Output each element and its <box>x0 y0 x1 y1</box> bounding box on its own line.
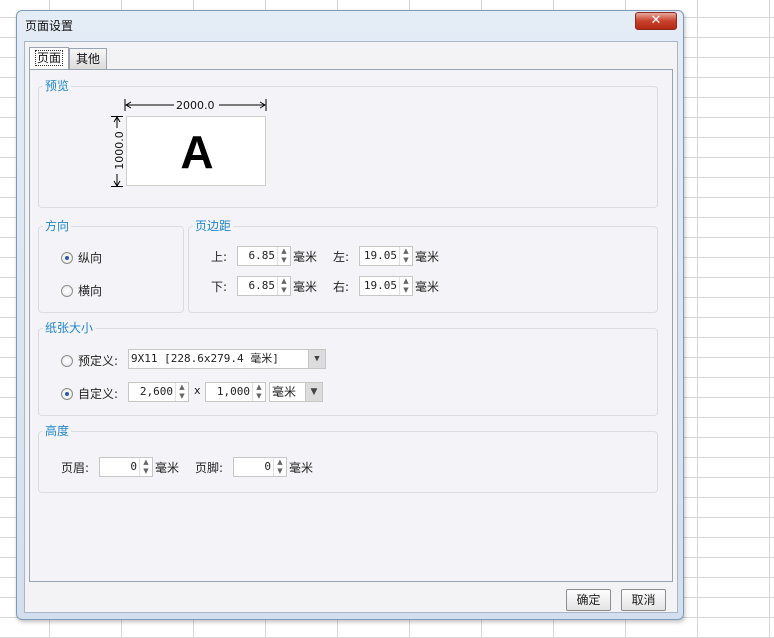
spin-arrows-icon[interactable]: ▲ ▼ <box>399 277 412 295</box>
margin-right-value: 19.05 <box>363 279 397 292</box>
height-group: 高度 页眉: 0 ▲ ▼ 毫米 页脚: 0 ▲ ▼ 毫米 <box>38 422 658 493</box>
margin-right-label: 右: <box>333 280 350 294</box>
preview-height-label: 1000.0 <box>112 131 126 170</box>
tab-other-label: 其他 <box>76 52 101 66</box>
dialog-title: 页面设置 <box>25 19 74 33</box>
header-unit: 毫米 <box>155 461 180 475</box>
spin-arrows-icon[interactable]: ▲ ▼ <box>273 458 286 476</box>
margin-right-unit: 毫米 <box>415 280 440 294</box>
header-input[interactable]: 0 ▲ ▼ <box>99 457 153 477</box>
tab-page-label: 页面 <box>34 50 64 66</box>
orientation-group: 方向 纵向 横向 <box>38 217 184 313</box>
preview-group: 预览 2000.0 1000.0 A <box>38 77 658 208</box>
margin-bottom-value: 6.85 <box>248 279 276 292</box>
close-button[interactable]: ✕ <box>635 12 677 30</box>
radio-dot <box>61 354 73 367</box>
margin-top-input[interactable]: 6.85 ▲ ▼ <box>237 246 291 266</box>
custom-width-input[interactable]: 2,600 ▲ ▼ <box>128 382 189 402</box>
footer-value: 0 <box>264 460 271 473</box>
chevron-down-icon[interactable]: ▼ <box>308 350 325 368</box>
spin-arrows-icon[interactable]: ▲ ▼ <box>139 458 152 476</box>
predefined-paper-value: 9X11 [228.6x279.4 毫米] <box>131 352 279 365</box>
dialog-client: 页面 其他 预览 2000.0 1000.0 A 方向 纵向 横向 页边距 上:… <box>24 41 678 613</box>
custom-width-value: 2,600 <box>139 385 173 398</box>
custom-height-value: 1,000 <box>216 385 250 398</box>
height-title: 高度 <box>43 422 72 439</box>
margins-group: 页边距 上: 6.85 ▲ ▼ 毫米 左: 19.05 ▲ ▼ 毫米 下: 6.85… <box>188 217 658 313</box>
spin-arrows-icon[interactable]: ▲ ▼ <box>277 277 290 295</box>
preview-title: 预览 <box>43 77 72 94</box>
margin-left-label: 左: <box>333 250 350 264</box>
spin-arrows-icon[interactable]: ▲ ▼ <box>277 247 290 265</box>
paper-size-group: 纸张大小 预定义: 9X11 [228.6x279.4 毫米] ▼ 自定义: 2… <box>38 319 658 416</box>
predefined-label: 预定义: <box>78 354 119 368</box>
header-label: 页眉: <box>61 461 90 475</box>
custom-label: 自定义: <box>78 387 119 401</box>
preview-width-label: 2000.0 <box>176 99 215 112</box>
tab-other[interactable]: 其他 <box>69 48 108 69</box>
radio-dot <box>61 284 73 297</box>
footer-label: 页脚: <box>195 461 224 475</box>
portrait-label: 纵向 <box>78 251 103 265</box>
predefined-paper-select[interactable]: 9X11 [228.6x279.4 毫米] ▼ <box>128 349 326 369</box>
unit-select[interactable]: 毫米 ▼ <box>269 382 323 402</box>
paper-size-title: 纸张大小 <box>43 319 96 336</box>
margin-left-unit: 毫米 <box>415 250 440 264</box>
custom-height-input[interactable]: 1,000 ▲ ▼ <box>205 382 266 402</box>
margins-title: 页边距 <box>193 217 234 234</box>
margin-bottom-input[interactable]: 6.85 ▲ ▼ <box>237 276 291 296</box>
footer-input[interactable]: 0 ▲ ▼ <box>233 457 287 477</box>
predefined-radio[interactable]: 预定义: <box>61 352 118 369</box>
times-label: x <box>194 384 201 397</box>
landscape-radio[interactable]: 横向 <box>61 282 102 299</box>
tab-page[interactable]: 页面 <box>29 47 70 69</box>
unit-select-value: 毫米 <box>272 385 297 399</box>
radio-dot <box>61 251 73 264</box>
page-tab-panel: 预览 2000.0 1000.0 A 方向 纵向 横向 页边距 上: 6.85 … <box>29 69 673 582</box>
title-bar: 页面设置 ✕ <box>17 11 683 39</box>
spin-arrows-icon[interactable]: ▲ ▼ <box>252 383 265 401</box>
margin-bottom-label: 下: <box>211 280 228 294</box>
spin-arrows-icon[interactable]: ▲ ▼ <box>175 383 188 401</box>
header-value: 0 <box>130 460 137 473</box>
radio-dot <box>61 387 73 400</box>
cancel-button[interactable]: 取消 <box>621 589 666 611</box>
spin-arrows-icon[interactable]: ▲ ▼ <box>399 247 412 265</box>
close-icon: ✕ <box>650 13 662 28</box>
landscape-label: 横向 <box>78 284 103 298</box>
footer-unit: 毫米 <box>289 461 314 475</box>
margin-left-value: 19.05 <box>363 249 397 262</box>
margin-top-value: 6.85 <box>248 249 276 262</box>
chevron-down-icon[interactable]: ▼ <box>305 383 322 401</box>
orientation-title: 方向 <box>43 217 72 234</box>
page-preview: A <box>126 116 266 186</box>
margin-top-label: 上: <box>211 250 228 264</box>
margin-top-unit: 毫米 <box>293 250 318 264</box>
margin-bottom-unit: 毫米 <box>293 280 318 294</box>
margin-right-input[interactable]: 19.05 ▲ ▼ <box>359 276 413 296</box>
custom-radio[interactable]: 自定义: <box>61 385 118 402</box>
ok-button[interactable]: 确定 <box>566 589 611 611</box>
portrait-radio[interactable]: 纵向 <box>61 249 102 266</box>
margin-left-input[interactable]: 19.05 ▲ ▼ <box>359 246 413 266</box>
page-setup-dialog: 页面设置 ✕ 页面 其他 预览 2000.0 1000.0 A 方向 纵向 横向… <box>16 10 684 620</box>
preview-letter: A <box>180 126 214 178</box>
